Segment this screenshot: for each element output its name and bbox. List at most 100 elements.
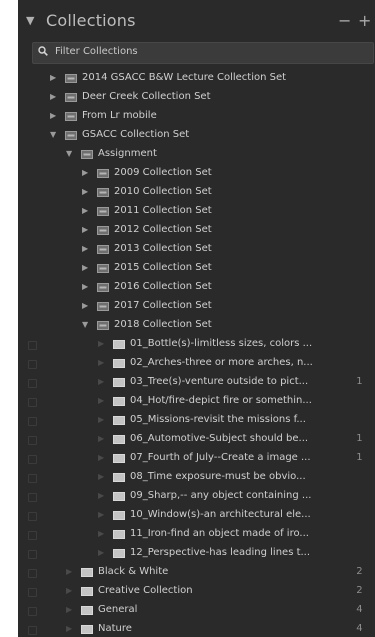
target-collection-checkbox[interactable] xyxy=(28,493,37,502)
triangle-right-icon[interactable]: ▶ xyxy=(82,187,88,196)
triangle-right-icon: ▶ xyxy=(66,586,73,595)
target-collection-checkbox[interactable] xyxy=(28,512,37,521)
target-collection-checkbox[interactable] xyxy=(28,626,37,635)
triangle-right-icon[interactable]: ▶ xyxy=(82,225,88,234)
collection-row[interactable]: ▶06_Automotive-Subject should be...12 xyxy=(18,430,375,449)
triangle-down-icon[interactable]: ▼ xyxy=(50,130,56,139)
collection-set-icon xyxy=(97,321,109,330)
triangle-right-icon: ▶ xyxy=(98,339,105,348)
collection-row[interactable]: ▶02_Arches-three or more arches, n...2 xyxy=(18,354,375,373)
collection-label: Black & White xyxy=(98,566,169,577)
target-collection-checkbox[interactable] xyxy=(28,607,37,616)
collection-icon xyxy=(81,625,93,634)
triangle-right-icon[interactable]: ▶ xyxy=(82,244,88,253)
panel-header[interactable]: ▼ Collections − + xyxy=(18,8,375,36)
collection-row[interactable]: ▶Creative Collection21 xyxy=(18,582,375,601)
collection-set-row[interactable]: ▶ 2015 Collection Set xyxy=(18,259,375,278)
collection-icon xyxy=(113,340,125,349)
collection-row[interactable]: ▶03_Tree(s)-venture outside to pict...14 xyxy=(18,373,375,392)
collection-label: 12_Perspective-has leading lines t... xyxy=(130,547,311,558)
collection-row[interactable]: ▶07_Fourth of July--Create a image ...10 xyxy=(18,449,375,468)
triangle-right-icon[interactable]: ▶ xyxy=(82,282,88,291)
target-collection-checkbox[interactable] xyxy=(28,550,37,559)
triangle-down-icon[interactable]: ▼ xyxy=(66,149,72,158)
remove-collection-button[interactable]: − xyxy=(338,11,351,30)
collection-row[interactable]: ▶08_Time exposure-must be obvio...5 xyxy=(18,468,375,487)
target-collection-checkbox[interactable] xyxy=(28,569,37,578)
filter-collections-field[interactable]: Filter Collections xyxy=(32,42,374,64)
collection-set-row[interactable]: ▶ 2016 Collection Set xyxy=(18,278,375,297)
collection-set-row[interactable]: ▼ 2018 Collection Set xyxy=(18,316,375,335)
collection-row[interactable]: ▶ 01_Bottle(s)-limitless sizes, colors ..… xyxy=(18,335,375,354)
collection-icon xyxy=(113,549,125,558)
collection-label: 2016 Collection Set xyxy=(114,281,212,292)
collection-label: 11_Iron-find an object made of iro... xyxy=(130,528,309,539)
collection-set-row[interactable]: ▶ 2011 Collection Set xyxy=(18,202,375,221)
collection-label: 2015 Collection Set xyxy=(114,262,212,273)
target-collection-checkbox[interactable] xyxy=(28,588,37,597)
collection-row[interactable]: ▶04_Hot/fire-depict fire or somethin...5 xyxy=(18,392,375,411)
triangle-down-icon[interactable]: ▼ xyxy=(26,14,34,27)
target-collection-checkbox[interactable] xyxy=(28,360,37,369)
collection-label: 07_Fourth of July--Create a image ... xyxy=(130,452,311,463)
collection-icon xyxy=(113,378,125,387)
collection-label: 08_Time exposure-must be obvio... xyxy=(130,471,306,482)
collection-set-icon xyxy=(65,74,77,83)
collection-icon xyxy=(113,511,125,520)
collection-label: 05_Missions-revisit the missions f... xyxy=(130,414,306,425)
collection-set-row[interactable]: ▼ Assignment xyxy=(18,145,375,164)
collection-label: 2014 GSACC B&W Lecture Collection Set xyxy=(82,72,287,83)
target-collection-checkbox[interactable] xyxy=(28,398,37,407)
collection-set-row[interactable]: ▶ 2017 Collection Set xyxy=(18,297,375,316)
collection-label: 2011 Collection Set xyxy=(114,205,212,216)
triangle-right-icon[interactable]: ▶ xyxy=(50,111,56,120)
collection-set-icon xyxy=(97,226,109,235)
target-collection-checkbox[interactable] xyxy=(28,379,37,388)
collection-set-row[interactable]: ▶ 2010 Collection Set xyxy=(18,183,375,202)
target-collection-checkbox[interactable] xyxy=(28,531,37,540)
collection-row[interactable]: ▶09_Sharp,-- any object containing ...9 xyxy=(18,487,375,506)
triangle-right-icon[interactable]: ▶ xyxy=(50,92,56,101)
triangle-right-icon[interactable]: ▶ xyxy=(82,168,88,177)
panel-title: Collections xyxy=(46,11,136,30)
target-collection-checkbox[interactable] xyxy=(28,436,37,445)
target-collection-checkbox[interactable] xyxy=(28,474,37,483)
collection-icon xyxy=(113,454,125,463)
collection-icon xyxy=(113,359,125,368)
collection-set-row[interactable]: ▶ 2012 Collection Set xyxy=(18,221,375,240)
collection-set-row[interactable]: ▶ From Lr mobile xyxy=(18,107,375,126)
triangle-right-icon: ▶ xyxy=(98,415,105,424)
filter-collections-label: Filter Collections xyxy=(55,46,138,57)
collection-row[interactable]: ▶General40 xyxy=(18,601,375,620)
collection-label: 02_Arches-three or more arches, n... xyxy=(130,357,313,368)
collection-row[interactable]: ▶12_Perspective-has leading lines t...0 xyxy=(18,544,375,563)
collection-set-row[interactable]: ▶ 2009 Collection Set xyxy=(18,164,375,183)
collection-set-icon xyxy=(65,112,77,121)
triangle-right-icon[interactable]: ▶ xyxy=(82,263,88,272)
collection-set-row[interactable]: ▶ Deer Creek Collection Set xyxy=(18,88,375,107)
left-margin xyxy=(0,0,18,637)
collection-row[interactable]: ▶10_Window(s)-an architectural ele...4 xyxy=(18,506,375,525)
target-collection-checkbox[interactable] xyxy=(28,417,37,426)
target-collection-checkbox[interactable] xyxy=(28,455,37,464)
triangle-right-icon: ▶ xyxy=(98,491,105,500)
triangle-right-icon[interactable]: ▶ xyxy=(50,73,56,82)
collection-set-row[interactable]: ▼ GSACC Collection Set xyxy=(18,126,375,145)
triangle-right-icon[interactable]: ▶ xyxy=(82,301,88,310)
collection-set-row[interactable]: ▶ 2013 Collection Set xyxy=(18,240,375,259)
collection-row[interactable]: ▶Black & White25 xyxy=(18,563,375,582)
triangle-right-icon: ▶ xyxy=(98,529,105,538)
triangle-right-icon: ▶ xyxy=(98,377,105,386)
collection-row[interactable]: ▶05_Missions-revisit the missions f...8 xyxy=(18,411,375,430)
collection-label: 2017 Collection Set xyxy=(114,300,212,311)
collection-set-icon xyxy=(65,131,77,140)
collection-row[interactable]: ▶Nature46 xyxy=(18,620,375,637)
target-collection-checkbox[interactable] xyxy=(28,341,37,350)
collection-row[interactable]: ▶11_Iron-find an object made of iro...0 xyxy=(18,525,375,544)
collection-label: 10_Window(s)-an architectural ele... xyxy=(130,509,311,520)
collection-set-row[interactable]: ▶ 2014 GSACC B&W Lecture Collection Set xyxy=(18,69,375,88)
scrollbar[interactable] xyxy=(363,68,373,637)
triangle-right-icon[interactable]: ▶ xyxy=(82,206,88,215)
triangle-down-icon[interactable]: ▼ xyxy=(82,320,88,329)
add-collection-button[interactable]: + xyxy=(358,11,371,30)
